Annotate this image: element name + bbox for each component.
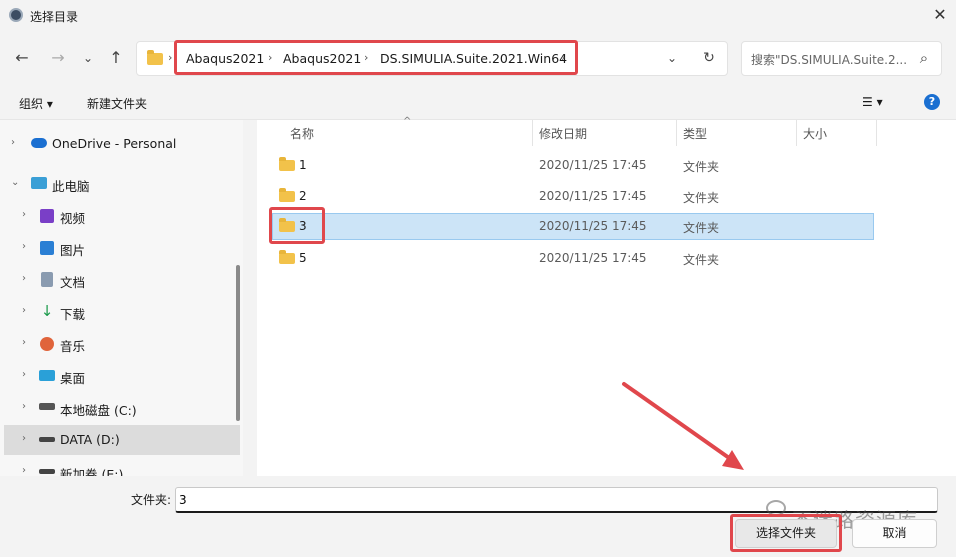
- document-icon: [41, 272, 53, 287]
- sort-ascending-icon: ^: [403, 116, 412, 127]
- sidebar-item-drive-d[interactable]: › DATA (D:): [4, 425, 240, 455]
- sidebar-item-label: 此电脑: [52, 179, 90, 194]
- selected-folder-highlight: [269, 207, 325, 244]
- file-date: 2020/11/25 17:45: [539, 189, 647, 203]
- refresh-icon[interactable]: ↻: [698, 46, 720, 70]
- cloud-icon: [31, 138, 47, 148]
- sidebar-item-label: 本地磁盘 (C:): [60, 403, 137, 418]
- sidebar-item-music[interactable]: › 音乐: [0, 329, 243, 359]
- column-header-name[interactable]: 名称: [290, 125, 314, 142]
- chevron-right-icon[interactable]: ›: [11, 137, 15, 148]
- sidebar-item-downloads[interactable]: › ↓ 下载: [0, 297, 243, 327]
- chevron-right-icon[interactable]: ›: [22, 369, 26, 380]
- pane-divider[interactable]: [243, 120, 257, 476]
- sidebar-item-label: 图片: [60, 243, 86, 258]
- chevron-right-icon[interactable]: ›: [22, 433, 26, 444]
- sidebar-item-documents[interactable]: › 文档: [0, 265, 243, 295]
- folder-name-label: 文件夹:: [131, 493, 172, 507]
- sidebar-item-label: 视频: [60, 211, 86, 226]
- sidebar-item-drive-e[interactable]: › 新加卷 (E:): [0, 457, 243, 476]
- up-arrow-icon[interactable]: ↑: [105, 46, 127, 70]
- computer-icon: [31, 177, 47, 189]
- file-date: 2020/11/25 17:45: [539, 219, 647, 233]
- file-row[interactable]: 1 2020/11/25 17:45 文件夹: [272, 152, 874, 179]
- select-button-highlight: [730, 514, 842, 552]
- view-options-icon[interactable]: ☰ ▾: [862, 95, 883, 109]
- address-dropdown-icon[interactable]: ⌄: [661, 46, 683, 70]
- navigation-pane: › OneDrive - Personal ⌄ 此电脑 › 视频 › 图片 › …: [0, 120, 243, 476]
- chevron-right-icon[interactable]: ›: [22, 401, 26, 412]
- file-row-selected[interactable]: 3 2020/11/25 17:45 文件夹: [272, 213, 874, 240]
- music-icon: [40, 337, 54, 351]
- sidebar-scrollbar[interactable]: [236, 265, 240, 421]
- recent-locations-icon[interactable]: ⌄: [77, 46, 99, 70]
- sidebar-item-label: 音乐: [60, 339, 86, 354]
- sidebar-item-label: 桌面: [60, 371, 86, 386]
- chevron-right-icon[interactable]: ›: [22, 305, 26, 316]
- window-title: 选择目录: [30, 10, 79, 24]
- column-divider[interactable]: [796, 120, 797, 146]
- file-type: 文件夹: [683, 160, 720, 174]
- sidebar-item-label: 新加卷 (E:): [60, 467, 124, 476]
- chevron-right-icon[interactable]: ›: [22, 241, 26, 252]
- close-button[interactable]: ✕: [930, 5, 950, 25]
- sidebar-item-onedrive[interactable]: › OneDrive - Personal: [0, 129, 243, 159]
- file-type: 文件夹: [683, 253, 720, 267]
- sidebar-item-label: OneDrive - Personal: [52, 136, 177, 151]
- video-icon: [40, 209, 54, 223]
- forward-arrow-icon[interactable]: →: [47, 46, 69, 70]
- sidebar-item-label: 下载: [60, 307, 86, 322]
- folder-icon: [279, 188, 295, 202]
- column-divider[interactable]: [676, 120, 677, 146]
- help-icon[interactable]: ?: [924, 94, 940, 110]
- app-icon: [9, 8, 23, 22]
- file-type: 文件夹: [683, 191, 720, 205]
- chevron-right-icon[interactable]: ›: [22, 209, 26, 220]
- chevron-right-icon[interactable]: ›: [22, 465, 26, 476]
- sidebar-item-drive-c[interactable]: › 本地磁盘 (C:): [0, 393, 243, 423]
- chevron-right-icon[interactable]: ›: [22, 273, 26, 284]
- search-placeholder: 搜索"DS.SIMULIA.Suite.2...: [751, 53, 908, 67]
- download-icon: ↓: [40, 302, 54, 320]
- file-name: 5: [299, 251, 307, 265]
- new-folder-button[interactable]: 新建文件夹: [87, 95, 147, 112]
- sidebar-item-this-pc[interactable]: ⌄ 此电脑: [0, 169, 243, 199]
- sidebar-item-label: 文档: [60, 275, 86, 290]
- search-icon[interactable]: ⌕: [913, 46, 935, 70]
- folder-icon: [147, 50, 163, 65]
- drive-icon: [39, 469, 55, 474]
- chevron-down-icon[interactable]: ⌄: [11, 177, 19, 188]
- sidebar-item-desktop[interactable]: › 桌面: [0, 361, 243, 391]
- file-type: 文件夹: [683, 221, 720, 235]
- file-date: 2020/11/25 17:45: [539, 251, 647, 265]
- picture-icon: [40, 241, 54, 255]
- file-name: 2: [299, 189, 307, 203]
- column-divider[interactable]: [876, 120, 877, 146]
- folder-icon: [279, 157, 295, 171]
- column-divider[interactable]: [532, 120, 533, 146]
- column-header-size[interactable]: 大小: [803, 125, 827, 142]
- breadcrumb-highlight: [174, 40, 578, 75]
- title-bar: [0, 0, 956, 32]
- file-date: 2020/11/25 17:45: [539, 158, 647, 172]
- breadcrumb-separator: ›: [168, 51, 173, 64]
- sidebar-item-label: DATA (D:): [60, 432, 120, 447]
- column-header-type[interactable]: 类型: [683, 125, 707, 142]
- cancel-button[interactable]: 取消: [852, 519, 937, 548]
- sidebar-item-videos[interactable]: › 视频: [0, 201, 243, 231]
- file-row[interactable]: 5 2020/11/25 17:45 文件夹: [272, 245, 874, 272]
- organize-menu[interactable]: 组织 ▾: [19, 95, 53, 112]
- folder-icon: [279, 250, 295, 264]
- file-row[interactable]: 2 2020/11/25 17:45 文件夹: [272, 183, 874, 210]
- chevron-right-icon[interactable]: ›: [22, 337, 26, 348]
- back-arrow-icon[interactable]: ←: [11, 46, 33, 70]
- sidebar-item-pictures[interactable]: › 图片: [0, 233, 243, 263]
- desktop-icon: [39, 370, 55, 381]
- column-header-date[interactable]: 修改日期: [539, 125, 587, 142]
- drive-icon: [39, 403, 55, 410]
- file-name: 1: [299, 158, 307, 172]
- drive-icon: [39, 437, 55, 442]
